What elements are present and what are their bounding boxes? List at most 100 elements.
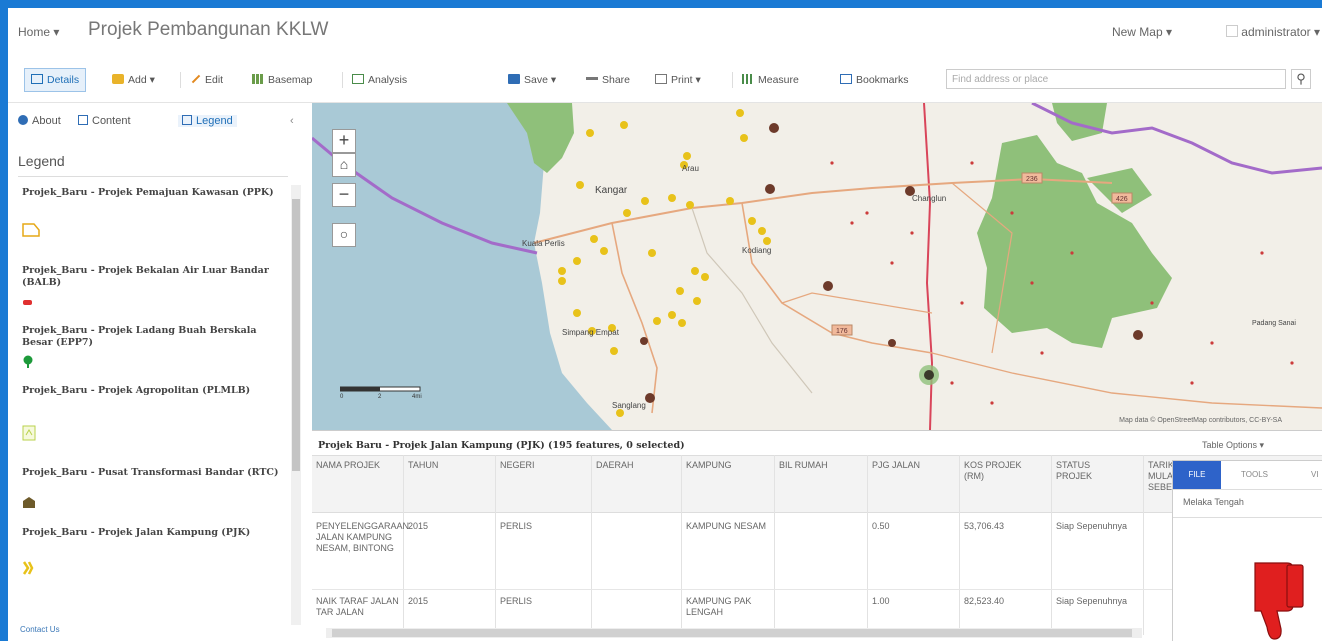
tab-file[interactable]: FILE: [1173, 461, 1221, 489]
basemap-button[interactable]: Basemap: [252, 68, 312, 92]
road-shield-label: 236: [1026, 176, 1038, 183]
save-button[interactable]: Save ▾: [508, 68, 556, 92]
share-button[interactable]: Share: [586, 68, 630, 92]
red-marker-icon: [23, 300, 32, 305]
forest-area: [1052, 103, 1107, 141]
map-view[interactable]: 236 426 176 Kangar Kuala Perlis Arau Kod…: [312, 103, 1322, 430]
map-canvas: 236 426 176 Kangar Kuala Perlis Arau Kod…: [312, 103, 1322, 430]
road: [781, 292, 933, 314]
road-icon: [22, 561, 34, 575]
tab-content[interactable]: Content: [78, 115, 131, 127]
legend-item: Projek_Baru - Projek Agropolitan (PLMLB): [22, 385, 284, 441]
table-header: NAMA PROJEK TAHUN NEGERI DAERAH KAMPUNG …: [312, 455, 1322, 513]
divider: [959, 455, 960, 635]
details-icon: [31, 74, 43, 84]
building-icon: [23, 497, 35, 508]
column-header[interactable]: TAHUN: [408, 460, 438, 471]
home-extent-icon[interactable]: ⌂: [332, 153, 356, 177]
bookmark-icon: [840, 74, 852, 84]
user-menu[interactable]: administrator ▾: [1226, 25, 1320, 39]
forest-area: [977, 135, 1172, 348]
zoom-out-button[interactable]: −: [332, 183, 356, 207]
home-menu[interactable]: Home ▾: [18, 25, 59, 39]
legend-item: Projek_Baru - Projek Ladang Buah Berskal…: [22, 325, 284, 368]
popup-field-value: Melaka Tengah: [1183, 497, 1244, 507]
town-label: Sanglang: [612, 401, 646, 410]
column-header[interactable]: NEGERI: [500, 460, 535, 471]
column-header[interactable]: STATUS PROJEK: [1056, 460, 1126, 482]
jalan-kampung-markers: [558, 109, 771, 417]
divider: [312, 589, 1322, 590]
share-icon: [586, 77, 598, 80]
sea-area: [312, 103, 612, 430]
tab-about[interactable]: About: [18, 115, 61, 127]
column-header[interactable]: NAMA PROJEK: [316, 460, 396, 471]
divider: [1173, 517, 1322, 518]
divider: [495, 455, 496, 635]
town-label: Kodiang: [742, 246, 771, 255]
scroll-thumb[interactable]: [292, 199, 300, 471]
user-name: administrator ▾: [1241, 25, 1320, 39]
table-options-menu[interactable]: Table Options ▾: [1202, 440, 1264, 451]
bookmarks-button[interactable]: Bookmarks: [840, 68, 909, 92]
contact-us-link[interactable]: Contact Us: [20, 625, 60, 634]
agro-icon: [22, 425, 36, 441]
tab-tools[interactable]: TOOLS: [1241, 461, 1268, 489]
tab-view[interactable]: VI: [1311, 461, 1319, 489]
tree-icon: [23, 355, 33, 368]
new-map-menu[interactable]: New Map ▾: [1112, 25, 1172, 39]
search-icon[interactable]: ⚲: [1291, 69, 1311, 89]
svg-text:4mi: 4mi: [412, 394, 422, 399]
locate-icon[interactable]: ○: [332, 223, 356, 247]
save-disk-icon: [508, 74, 520, 84]
svg-text:2: 2: [378, 394, 382, 399]
zoom-in-button[interactable]: +: [332, 129, 356, 153]
town-label: Kangar: [595, 185, 628, 196]
road: [931, 352, 1322, 409]
analysis-button[interactable]: Analysis: [352, 68, 407, 92]
divider: [18, 176, 288, 177]
scroll-thumb[interactable]: [332, 629, 1132, 637]
tab-legend[interactable]: Legend: [178, 115, 237, 127]
map-attribution: Map data © OpenStreetMap contributors, C…: [1119, 417, 1282, 424]
add-layer-icon: [112, 74, 124, 84]
printer-icon: [655, 74, 667, 84]
toolbar-divider: [180, 72, 181, 88]
print-button[interactable]: Print ▾: [655, 68, 701, 92]
divider: [681, 455, 682, 635]
info-icon: [18, 115, 28, 125]
table-horizontal-scrollbar[interactable]: [326, 628, 1142, 638]
column-header[interactable]: KAMPUNG: [686, 460, 732, 471]
town-label: Arau: [682, 164, 699, 173]
road-shield-label: 426: [1116, 196, 1128, 203]
basemap-grid-icon: [252, 74, 264, 84]
town-label: Changlun: [912, 194, 946, 203]
measure-button[interactable]: Measure: [742, 68, 799, 92]
collapse-panel-button[interactable]: ‹: [290, 115, 294, 127]
user-avatar-icon: [1226, 25, 1239, 37]
add-button[interactable]: Add ▾: [112, 68, 155, 92]
toolbar-divider: [342, 72, 343, 88]
details-panel: About Content Legend ‹ Legend Projek_Bar…: [8, 103, 312, 641]
overlay-popup: FILE TOOLS VI Melaka Tengah: [1172, 460, 1322, 641]
legend-item: Projek_Baru - Projek Bekalan Air Luar Ba…: [22, 265, 284, 305]
legend-item: Projek_Baru - Projek Pemajuan Kawasan (P…: [22, 187, 284, 237]
ruler-icon: [742, 74, 754, 84]
divider: [1051, 455, 1052, 635]
table-caption: Projek Baru - Projek Jalan Kampung (PJK)…: [318, 440, 685, 451]
column-header[interactable]: KOS PROJEK (RM): [964, 460, 1034, 482]
divider: [774, 455, 775, 635]
road: [691, 207, 813, 394]
divider: [403, 455, 404, 635]
divider: [591, 455, 592, 635]
thumbs-down-icon[interactable]: [1243, 561, 1305, 641]
column-header[interactable]: BIL RUMAH: [779, 460, 828, 471]
details-button[interactable]: Details: [24, 68, 87, 92]
column-header[interactable]: DAERAH: [596, 460, 634, 471]
column-header[interactable]: PJG JALAN: [872, 460, 920, 471]
map-title: Projek Pembangunan KKLW: [88, 19, 329, 40]
edit-button[interactable]: Edit: [191, 68, 223, 92]
road-shield-label: 176: [836, 328, 848, 335]
legend-scrollbar[interactable]: [291, 185, 301, 625]
search-input[interactable]: Find address or place: [946, 69, 1286, 89]
